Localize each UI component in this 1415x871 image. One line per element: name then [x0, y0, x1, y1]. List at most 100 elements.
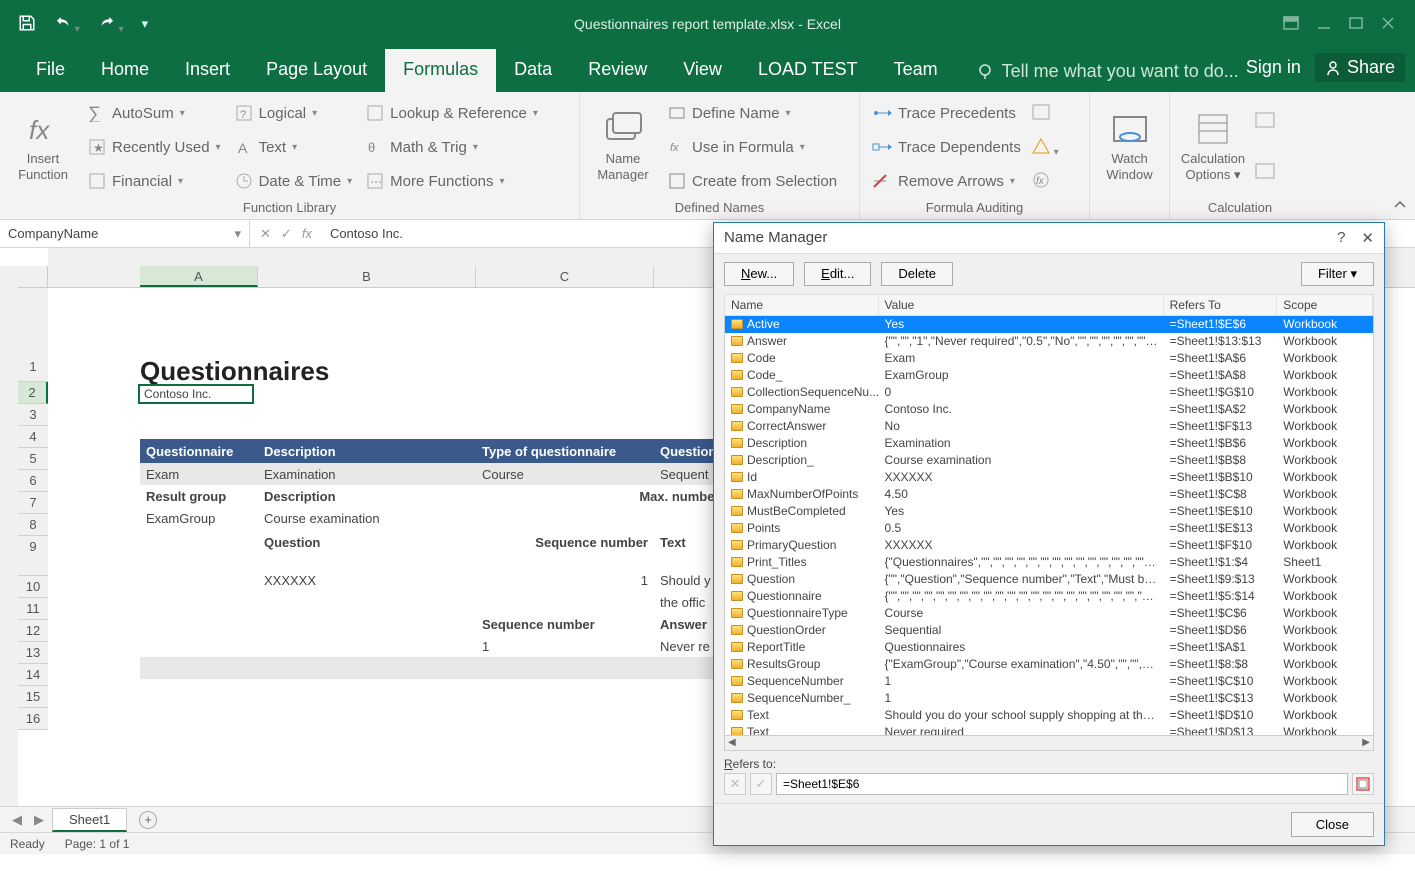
- ribbon-display-icon[interactable]: [1283, 16, 1299, 33]
- sheet-nav-next-icon[interactable]: ▶: [30, 812, 48, 828]
- save-icon[interactable]: [18, 14, 36, 35]
- close-button[interactable]: Close: [1291, 812, 1374, 837]
- row-header[interactable]: 13: [18, 642, 48, 664]
- share-button[interactable]: Share: [1315, 53, 1405, 82]
- name-box[interactable]: CompanyName ▾: [0, 220, 250, 247]
- name-list-row[interactable]: CompanyNameContoso Inc.=Sheet1!$A$2Workb…: [725, 401, 1373, 418]
- collapse-ribbon-icon[interactable]: [1393, 198, 1407, 215]
- dialog-help-icon[interactable]: ?: [1337, 229, 1345, 247]
- name-list-row[interactable]: TextShould you do your school supply sho…: [725, 707, 1373, 724]
- date-time-button[interactable]: Date & Time: [231, 170, 357, 192]
- more-functions-button[interactable]: ⋯More Functions: [362, 170, 542, 192]
- calculate-now-icon[interactable]: [1254, 111, 1282, 132]
- lookup-button[interactable]: Lookup & Reference: [362, 102, 542, 124]
- name-list-row[interactable]: Answer{"","","1","Never required","0.5",…: [725, 333, 1373, 350]
- add-sheet-button[interactable]: +: [139, 811, 157, 829]
- show-formulas-icon[interactable]: [1031, 103, 1059, 124]
- name-list-row[interactable]: Points0.5=Sheet1!$E$13Workbook: [725, 520, 1373, 537]
- redo-icon[interactable]: [98, 14, 124, 35]
- row-header[interactable]: 3: [18, 404, 48, 426]
- cancel-formula-icon[interactable]: ✕: [260, 226, 271, 242]
- dialog-titlebar[interactable]: Name Manager ? ✕: [714, 223, 1384, 254]
- refers-cancel-icon[interactable]: ✕: [724, 773, 746, 795]
- name-list-row[interactable]: DescriptionExamination=Sheet1!$B$6Workbo…: [725, 435, 1373, 452]
- watch-window-button[interactable]: Watch Window: [1098, 96, 1161, 198]
- use-in-formula-button[interactable]: fxUse in Formula: [664, 136, 841, 158]
- calculation-options-button[interactable]: Calculation Options ▾: [1178, 96, 1248, 198]
- delete-name-button[interactable]: Delete: [881, 262, 953, 286]
- tab-data[interactable]: Data: [496, 49, 570, 92]
- selected-cell[interactable]: Contoso Inc.: [138, 384, 254, 404]
- name-list-row[interactable]: ActiveYes=Sheet1!$E$6Workbook: [725, 316, 1373, 333]
- remove-arrows-button[interactable]: Remove Arrows: [868, 171, 1025, 192]
- horizontal-scrollbar[interactable]: ◀▶: [724, 736, 1374, 751]
- name-list-row[interactable]: SequenceNumber1=Sheet1!$C$10Workbook: [725, 673, 1373, 690]
- row-header[interactable]: 11: [18, 598, 48, 620]
- name-list-row[interactable]: MustBeCompletedYes=Sheet1!$E$10Workbook: [725, 503, 1373, 520]
- fx-icon[interactable]: fx: [302, 226, 312, 241]
- name-list-row[interactable]: SequenceNumber_1=Sheet1!$C$13Workbook: [725, 690, 1373, 707]
- new-name-button[interactable]: New...: [724, 262, 794, 286]
- name-list-row[interactable]: ReportTitleQuestionnaires=Sheet1!$A$1Wor…: [725, 639, 1373, 656]
- name-list-row[interactable]: PrimaryQuestionXXXXXX=Sheet1!$F$10Workbo…: [725, 537, 1373, 554]
- name-box-dropdown-icon[interactable]: ▾: [234, 226, 241, 242]
- close-icon[interactable]: [1381, 16, 1395, 33]
- row-header[interactable]: 16: [18, 708, 48, 730]
- row-header[interactable]: 15: [18, 686, 48, 708]
- name-list-row[interactable]: QuestionOrderSequential=Sheet1!$D$6Workb…: [725, 622, 1373, 639]
- trace-precedents-button[interactable]: Trace Precedents: [868, 103, 1025, 124]
- range-selector-icon[interactable]: [1352, 773, 1374, 795]
- row-header[interactable]: 1: [18, 356, 48, 382]
- row-header[interactable]: 9: [18, 536, 48, 576]
- tab-file[interactable]: File: [18, 49, 83, 92]
- undo-icon[interactable]: [54, 14, 80, 35]
- accept-formula-icon[interactable]: ✓: [281, 226, 292, 242]
- name-list-row[interactable]: QuestionnaireTypeCourse=Sheet1!$C$6Workb…: [725, 605, 1373, 622]
- tab-insert[interactable]: Insert: [167, 49, 248, 92]
- sheet-nav-prev-icon[interactable]: ◀: [8, 812, 26, 828]
- define-name-button[interactable]: Define Name: [664, 102, 841, 124]
- row-header[interactable]: 10: [18, 576, 48, 598]
- autosum-button[interactable]: ∑AutoSum: [84, 102, 225, 124]
- sheet-tab-sheet1[interactable]: Sheet1: [52, 808, 127, 832]
- col-header-b[interactable]: B: [258, 266, 476, 287]
- calculate-sheet-icon[interactable]: [1254, 162, 1282, 183]
- trace-dependents-button[interactable]: Trace Dependents: [868, 137, 1025, 158]
- name-list-row[interactable]: Code_ExamGroup=Sheet1!$A$8Workbook: [725, 367, 1373, 384]
- col-header-c[interactable]: C: [476, 266, 654, 287]
- tab-review[interactable]: Review: [570, 49, 665, 92]
- name-list-row[interactable]: Description_Course examination=Sheet1!$B…: [725, 452, 1373, 469]
- filter-button[interactable]: Filter ▾: [1301, 262, 1374, 286]
- recently-used-button[interactable]: ★Recently Used: [84, 136, 225, 158]
- tab-home[interactable]: Home: [83, 49, 167, 92]
- name-manager-button[interactable]: Name Manager: [588, 96, 658, 198]
- row-header[interactable]: 6: [18, 470, 48, 492]
- insert-function-button[interactable]: fx Insert Function: [8, 96, 78, 198]
- math-trig-button[interactable]: θMath & Trig: [362, 136, 542, 158]
- sign-in-link[interactable]: Sign in: [1246, 57, 1301, 78]
- logical-button[interactable]: ?Logical: [231, 102, 357, 124]
- name-list-row[interactable]: Text_Never required=Sheet1!$D$13Workbook: [725, 724, 1373, 736]
- refers-accept-icon[interactable]: ✓: [750, 773, 772, 795]
- evaluate-formula-icon[interactable]: fx: [1031, 171, 1059, 192]
- select-all-corner[interactable]: [18, 266, 48, 288]
- name-list-row[interactable]: CollectionSequenceNu...0=Sheet1!$G$10Wor…: [725, 384, 1373, 401]
- refers-to-input[interactable]: [776, 773, 1348, 795]
- edit-name-button[interactable]: Edit...: [804, 262, 871, 286]
- tab-formulas[interactable]: Formulas: [385, 49, 496, 92]
- tab-team[interactable]: Team: [876, 49, 956, 92]
- financial-button[interactable]: Financial: [84, 170, 225, 192]
- row-header[interactable]: 8: [18, 514, 48, 536]
- col-header-a[interactable]: A: [140, 266, 258, 287]
- name-list-row[interactable]: CorrectAnswerNo=Sheet1!$F$13Workbook: [725, 418, 1373, 435]
- name-list-row[interactable]: Question{"","Question","Sequence number"…: [725, 571, 1373, 588]
- maximize-icon[interactable]: [1349, 16, 1363, 33]
- row-header[interactable]: 14: [18, 664, 48, 686]
- row-header[interactable]: 7: [18, 492, 48, 514]
- tell-me-search[interactable]: Tell me what you want to do...: [976, 61, 1239, 92]
- qat-customize-icon[interactable]: ▾: [142, 16, 149, 32]
- name-list-row[interactable]: IdXXXXXX=Sheet1!$B$10Workbook: [725, 469, 1373, 486]
- tab-load-test[interactable]: LOAD TEST: [740, 49, 876, 92]
- create-from-selection-button[interactable]: Create from Selection: [664, 170, 841, 192]
- error-checking-icon[interactable]: [1031, 137, 1059, 158]
